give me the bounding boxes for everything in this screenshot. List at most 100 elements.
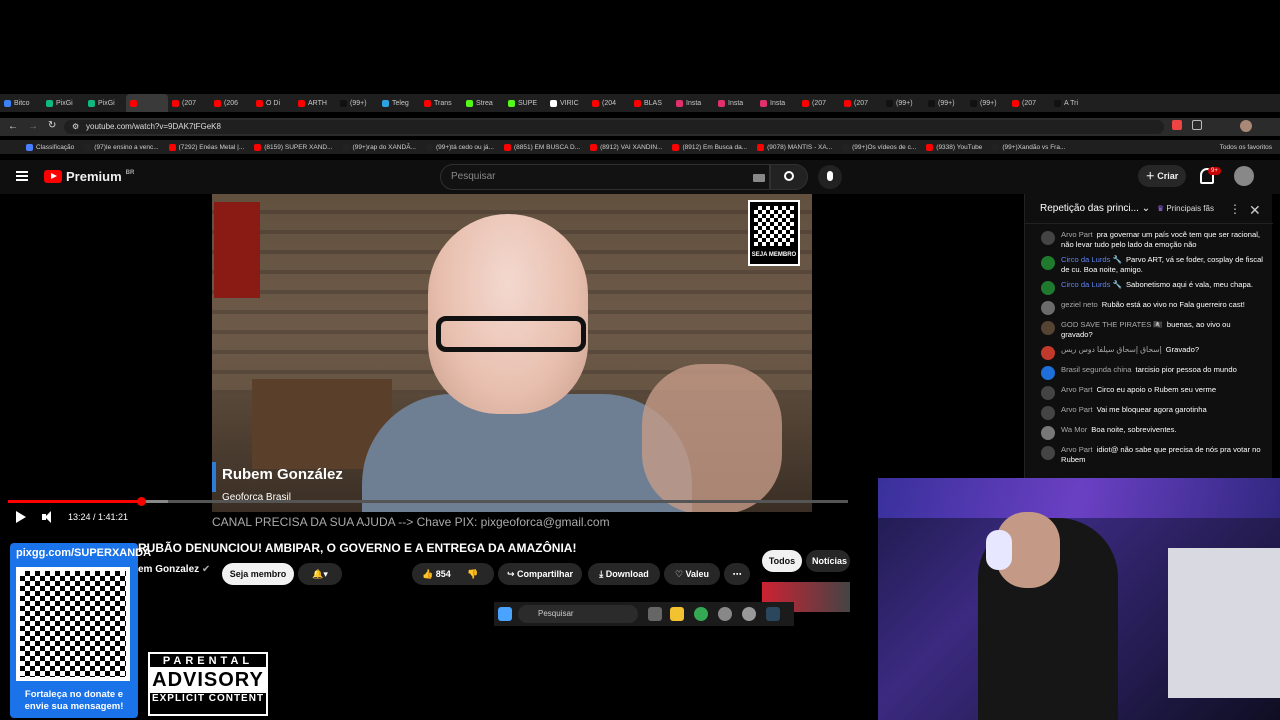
channel-name[interactable]: em Gonzalez ✔	[138, 564, 210, 575]
bookmark-item[interactable]: (99+)rap do XANDÃ...	[342, 143, 416, 151]
chat-avatar[interactable]	[1041, 281, 1055, 295]
browser-tab[interactable]: Bitco	[0, 94, 42, 112]
browser-tab[interactable]: (99+)	[924, 94, 966, 112]
chat-author[interactable]: Arvo Part	[1061, 385, 1093, 394]
browser-tab[interactable]: (207	[1008, 94, 1050, 112]
chat-author[interactable]: Arvo Part	[1061, 405, 1093, 414]
obs-icon[interactable]	[718, 607, 732, 621]
address-bar[interactable]: ⚙ youtube.com/watch?v=9DAK7tFGeK8	[64, 120, 1164, 134]
bookmark-item[interactable]: (7292) Enéas Metal |...	[168, 143, 244, 151]
bookmark-item[interactable]: Classificação	[26, 143, 74, 151]
bookmark-item[interactable]: (9078) MANTIS - XA...	[757, 143, 832, 151]
close-icon[interactable]: ✕	[1249, 202, 1261, 219]
browser-tab[interactable]: Insta	[714, 94, 756, 112]
thanks-button[interactable]: ♡ Valeu	[664, 563, 720, 585]
browser-tab[interactable]: (207	[798, 94, 840, 112]
browser-tab[interactable]: (207	[168, 94, 210, 112]
browser-tab[interactable]: (204	[588, 94, 630, 112]
video-player[interactable]: SEJA MEMBRO Rubem González Geoforça Bras…	[212, 194, 812, 512]
filter-chip-all[interactable]: Todos	[762, 550, 802, 572]
chat-author[interactable]: geziel neto	[1061, 300, 1098, 309]
browser-tab[interactable]: PixGi	[42, 94, 84, 112]
browser-tab[interactable]: A Tri	[1050, 94, 1092, 112]
chat-author[interactable]: Arvo Part	[1061, 445, 1093, 454]
chat-avatar[interactable]	[1041, 366, 1055, 380]
browser-tab[interactable]: PixGi	[84, 94, 126, 112]
browser-tab[interactable]: (206	[210, 94, 252, 112]
chat-avatar[interactable]	[1041, 406, 1055, 420]
notification-bell-button[interactable]: 🔔▾	[298, 563, 342, 585]
browser-tab[interactable]: (99+)	[336, 94, 378, 112]
bookmark-item[interactable]: (97)Ie ensino a venc...	[84, 143, 159, 151]
progress-scrubber[interactable]	[136, 497, 146, 506]
browser-tab[interactable]: BLAS	[630, 94, 672, 112]
chat-mode-dropdown[interactable]: Repetição das princi... ⌄	[1040, 203, 1150, 214]
chat-avatar[interactable]	[1041, 426, 1055, 440]
chat-more-icon[interactable]: ⋮	[1229, 202, 1241, 216]
search-button[interactable]	[770, 164, 808, 190]
youtube-logo[interactable]: Premium BR	[44, 169, 134, 184]
all-bookmarks-button[interactable]: Todos os favoritos	[1220, 144, 1272, 151]
steam-icon[interactable]	[766, 607, 780, 621]
windows-start-icon[interactable]	[498, 607, 512, 621]
play-button[interactable]	[14, 510, 28, 524]
chat-author[interactable]: Wa Mor	[1061, 425, 1087, 434]
chat-author[interactable]: إسحاق إسحاق سيلفا دوس ريس	[1061, 345, 1162, 354]
bookmark-item[interactable]: (8851) EM BUSCA D...	[503, 143, 580, 151]
browser-tab[interactable]: (99+)	[966, 94, 1008, 112]
bookmark-item[interactable]: (8912) VAI XANDIN...	[590, 143, 662, 151]
browser-tab[interactable]: VIRIC	[546, 94, 588, 112]
chat-avatar[interactable]	[1041, 321, 1055, 335]
bookmark-item[interactable]: (99+)Os vídeos de c...	[842, 143, 916, 151]
chat-avatar[interactable]	[1041, 301, 1055, 315]
progress-bar[interactable]	[8, 497, 848, 506]
chat-author[interactable]: Arvo Part	[1061, 230, 1093, 239]
chat-author[interactable]: GOD SAVE THE PIRATES 🏴‍☠️	[1061, 320, 1163, 329]
top-fans-button[interactable]: ♛ Principais fãs	[1157, 204, 1214, 213]
browser-tab[interactable]: Insta	[672, 94, 714, 112]
keyboard-icon[interactable]	[753, 174, 765, 182]
voice-search-button[interactable]	[818, 165, 842, 189]
browser-tab[interactable]: SUPE	[504, 94, 546, 112]
browser-tab[interactable]: Insta	[756, 94, 798, 112]
chat-avatar[interactable]	[1041, 386, 1055, 400]
bookmark-item[interactable]: (8159) SUPER XAND...	[254, 143, 333, 151]
like-dislike-group[interactable]: 👍 854 👎	[412, 563, 494, 585]
browser-tab[interactable]: Teleg	[378, 94, 420, 112]
chat-avatar[interactable]	[1041, 446, 1055, 460]
browser-tab[interactable]: ARTH	[294, 94, 336, 112]
account-avatar[interactable]	[1234, 166, 1254, 186]
extensions-puzzle-icon[interactable]	[1192, 120, 1202, 130]
browser-tab[interactable]: (99+)	[882, 94, 924, 112]
chat-avatar[interactable]	[1041, 231, 1055, 245]
join-button[interactable]: Seja membro	[222, 563, 294, 585]
filter-chip-news[interactable]: Notícias r	[806, 550, 850, 572]
chat-avatar[interactable]	[1041, 256, 1055, 270]
reload-icon[interactable]: ↻	[48, 120, 56, 131]
bookmark-item[interactable]: (99+)Xandão vs Fra...	[992, 143, 1065, 151]
bookmark-item[interactable]: (8912) Em Busca da...	[672, 143, 747, 151]
chat-author[interactable]: Brasil segunda china	[1061, 365, 1132, 374]
download-button[interactable]: ⤓ Download	[588, 563, 660, 585]
settings-icon[interactable]	[742, 607, 756, 621]
browser-tab[interactable]	[126, 94, 168, 112]
browser-tab[interactable]: Strea	[462, 94, 504, 112]
chrome-icon[interactable]	[694, 607, 708, 621]
thumbs-down-icon[interactable]: 👎	[467, 569, 478, 579]
menu-icon[interactable]	[16, 171, 28, 181]
browser-tab[interactable]: (207	[840, 94, 882, 112]
chat-author[interactable]: Circo da Lurds 🔧	[1061, 280, 1122, 289]
extension-icon[interactable]	[1172, 120, 1182, 130]
volume-button[interactable]	[42, 510, 58, 524]
taskbar-search[interactable]: Pesquisar	[518, 605, 638, 623]
browser-tab[interactable]: O Di	[252, 94, 294, 112]
search-input[interactable]: Pesquisar	[440, 164, 770, 190]
bookmark-item[interactable]: (9338) YouTube	[926, 143, 982, 151]
site-info-icon[interactable]: ⚙	[72, 120, 79, 134]
forward-icon[interactable]: →	[28, 121, 38, 132]
more-actions-button[interactable]: ⋯	[724, 563, 750, 585]
task-view-icon[interactable]	[648, 607, 662, 621]
create-button[interactable]: ＋ Criar	[1138, 165, 1186, 187]
file-explorer-icon[interactable]	[670, 607, 684, 621]
back-icon[interactable]: ←	[8, 121, 18, 132]
